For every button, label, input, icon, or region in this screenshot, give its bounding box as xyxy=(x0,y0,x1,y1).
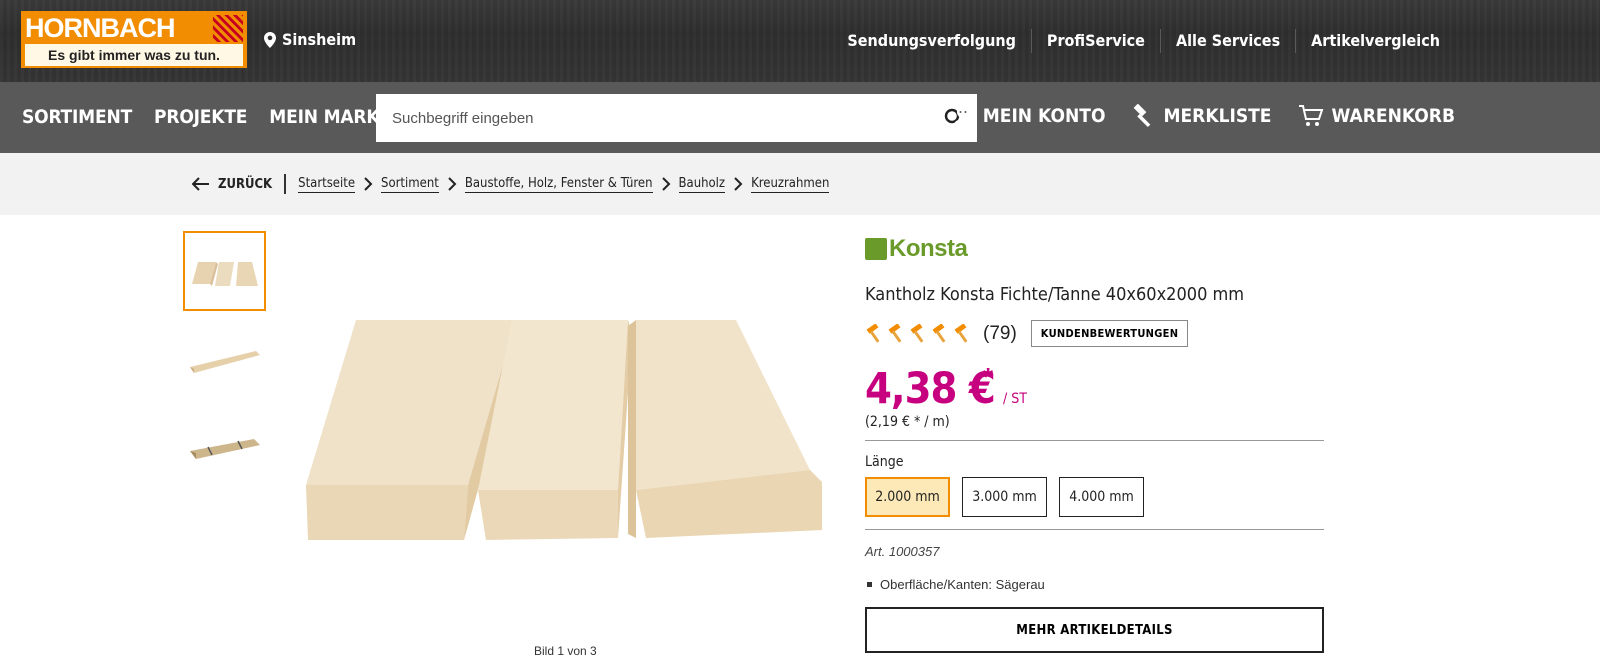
thumbnail-2[interactable] xyxy=(183,320,266,400)
hammer-icon xyxy=(1134,104,1151,128)
crumb-startseite[interactable]: Startseite xyxy=(298,176,356,193)
breadcrumb-bar: ZURÜCK Startseite Sortiment Baustoffe, H… xyxy=(0,153,1600,215)
crumb-bauholz[interactable]: Bauholz xyxy=(678,176,726,193)
search-input[interactable] xyxy=(376,94,931,142)
wishlist-label: MERKLISTE xyxy=(1163,105,1272,127)
link-artikelvergleich[interactable]: Artikelvergleich xyxy=(1295,29,1455,53)
length-options: 2.000 mm 3.000 mm 4.000 mm xyxy=(865,477,1144,517)
hornbach-logo[interactable]: HORNBACH Es gibt immer was zu tun. xyxy=(21,11,247,68)
crumb-baustoffe[interactable]: Baustoffe, Holz, Fenster & Türen xyxy=(464,176,653,193)
thumbnail-1[interactable] xyxy=(183,231,266,311)
location-pin-icon xyxy=(264,31,276,48)
divider xyxy=(865,440,1324,441)
search-box xyxy=(376,94,977,142)
account-label: MEIN KONTO xyxy=(982,105,1106,127)
price-asterisk: * xyxy=(983,362,994,392)
hammer-rating-icon xyxy=(888,323,902,343)
chevron-right-icon xyxy=(447,177,457,191)
wood-bundle-thumbnail xyxy=(189,439,260,459)
link-alle-services[interactable]: Alle Services xyxy=(1159,29,1295,53)
konsta-leaf-icon xyxy=(865,238,887,260)
hammer-rating-icon xyxy=(954,323,968,343)
top-bar: HORNBACH Es gibt immer was zu tun. Sinsh… xyxy=(0,0,1600,82)
hammer-rating-icon xyxy=(866,323,880,343)
logo-wordmark: HORNBACH xyxy=(25,13,176,43)
length-option-4000[interactable]: 4.000 mm xyxy=(1059,477,1144,517)
thumbnail-3[interactable] xyxy=(183,408,266,488)
feature-text: Oberfläche/Kanten: Sägerau xyxy=(880,577,1045,592)
crumb-sortiment[interactable]: Sortiment xyxy=(381,176,439,193)
brand-logo[interactable]: Konsta xyxy=(865,235,987,262)
logo-slogan: Es gibt immer was zu tun. xyxy=(25,44,243,66)
wishlist-link[interactable]: MERKLISTE xyxy=(1131,104,1272,128)
main-menu: SORTIMENT PROJEKTE MEIN MARKT xyxy=(22,106,391,128)
user-icon xyxy=(952,106,973,128)
chevron-right-icon xyxy=(363,177,373,191)
price: 4,38 € xyxy=(865,364,996,414)
menu-sortiment[interactable]: SORTIMENT xyxy=(22,106,132,128)
link-sendungsverfolgung[interactable]: Sendungsverfolgung xyxy=(832,29,1031,53)
menu-mein-markt[interactable]: MEIN MARKT xyxy=(269,106,391,128)
reviews-button[interactable]: KUNDENBEWERTUNGEN xyxy=(1030,320,1189,347)
breadcrumb: ZURÜCK Startseite Sortiment Baustoffe, H… xyxy=(192,174,830,194)
arrow-left-icon xyxy=(192,177,209,191)
menu-projekte[interactable]: PROJEKTE xyxy=(154,106,247,128)
account-link[interactable]: MEIN KONTO xyxy=(951,104,1106,128)
hammer-rating-icon xyxy=(910,323,924,343)
main-nav-bar: SORTIMENT PROJEKTE MEIN MARKT MEIN KONTO… xyxy=(0,82,1600,153)
account-area: MEIN KONTO MERKLISTE WARENKORB xyxy=(951,104,1455,128)
rating-count: (79) xyxy=(983,322,1017,344)
product-title: Kantholz Konsta Fichte/Tanne 40x60x2000 … xyxy=(865,284,1245,305)
rating-hammers xyxy=(865,323,973,344)
back-label: ZURÜCK xyxy=(218,176,273,192)
more-details-button[interactable]: MEHR ARTIKELDETAILS xyxy=(865,607,1324,653)
price-unit: / ST xyxy=(1003,391,1027,407)
store-name: Sinsheim xyxy=(282,30,357,49)
bullet-icon xyxy=(867,582,872,587)
hammer-rating-icon xyxy=(932,323,946,343)
wood-beams-thumbnail xyxy=(191,262,258,286)
length-label: Länge xyxy=(865,454,904,470)
service-links: Sendungsverfolgung ProfiService Alle Ser… xyxy=(832,29,1455,53)
product-main-image[interactable] xyxy=(306,320,822,545)
cart-label: WARENKORB xyxy=(1331,105,1456,127)
unit-price: (2,19 € * / m) xyxy=(865,414,950,430)
crumb-kreuzrahmen[interactable]: Kreuzrahmen xyxy=(751,176,830,193)
cart-icon xyxy=(1298,105,1323,126)
link-profiservice[interactable]: ProfiService xyxy=(1030,29,1160,53)
logo-mark-icon xyxy=(213,15,243,42)
cart-link[interactable]: WARENKORB xyxy=(1298,104,1456,128)
image-caption: Bild 1 von 3 xyxy=(534,644,597,658)
brand-name: Konsta xyxy=(889,235,968,262)
chevron-right-icon xyxy=(733,177,743,191)
store-location[interactable]: Sinsheim xyxy=(264,30,356,49)
length-option-3000[interactable]: 3.000 mm xyxy=(962,477,1047,517)
back-button[interactable]: ZURÜCK xyxy=(192,174,287,194)
rating[interactable]: (79) KUNDENBEWERTUNGEN xyxy=(865,320,1189,347)
length-option-2000[interactable]: 2.000 mm xyxy=(865,477,950,517)
feature-item: Oberfläche/Kanten: Sägerau xyxy=(867,577,1045,592)
article-number: Art. 1000357 xyxy=(865,544,940,559)
chevron-right-icon xyxy=(661,177,671,191)
wood-beam-thumbnail xyxy=(189,351,260,373)
divider xyxy=(865,529,1324,530)
